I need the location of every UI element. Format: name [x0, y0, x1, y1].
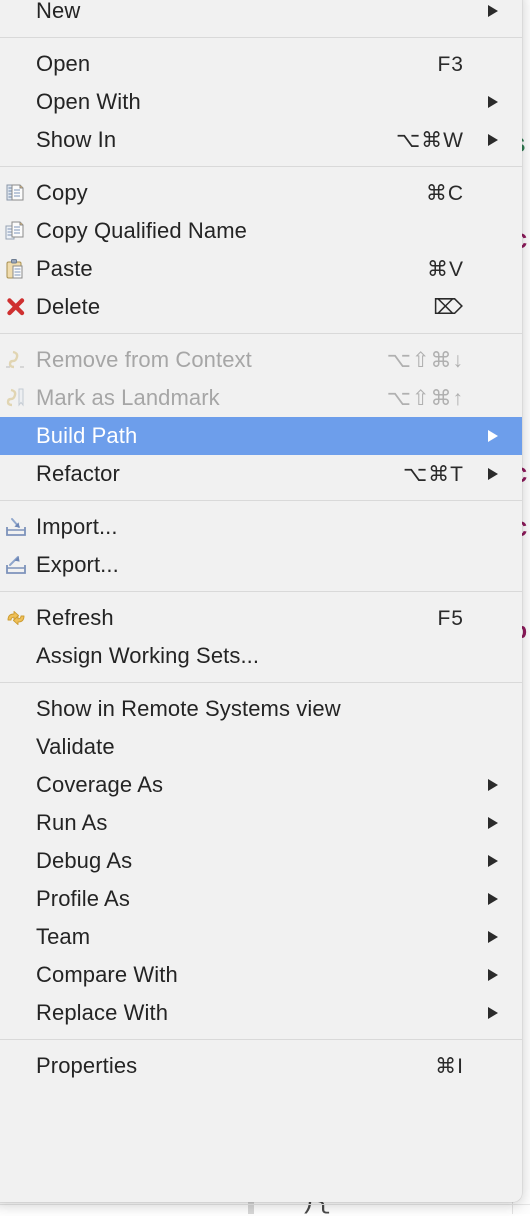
- menu-item-label: Replace With: [36, 1002, 168, 1024]
- menu-item-label: Mark as Landmark: [36, 387, 220, 409]
- submenu-arrow-icon: [478, 132, 500, 148]
- menu-item-run-as[interactable]: Run As: [0, 804, 522, 842]
- menu-item-debug-as[interactable]: Debug As: [0, 842, 522, 880]
- submenu-arrow-icon: [478, 3, 500, 19]
- menu-separator: [0, 675, 522, 690]
- menu-item-validate[interactable]: Validate: [0, 728, 522, 766]
- menu-item-open[interactable]: Open F3: [0, 45, 522, 83]
- editor-horizontal-rule: [0, 1204, 530, 1205]
- copy-qualified-name-icon: [4, 219, 28, 243]
- menu-item-label: Delete: [36, 296, 100, 318]
- menu-item-shortcut: F3: [437, 54, 464, 75]
- menu-separator: [0, 159, 522, 174]
- menu-item-label: Export...: [36, 554, 119, 576]
- menu-item-delete[interactable]: Delete ⌦: [0, 288, 522, 326]
- menu-item-label: Build Path: [36, 425, 137, 447]
- menu-item-assign-working-sets[interactable]: Assign Working Sets...: [0, 637, 522, 675]
- menu-separator-line: [0, 37, 522, 38]
- menu-item-label: Profile As: [36, 888, 130, 910]
- menu-item-label: Open With: [36, 91, 141, 113]
- menu-item-profile-as[interactable]: Profile As: [0, 880, 522, 918]
- menu-item-label: Paste: [36, 258, 93, 280]
- menu-item-build-path[interactable]: Build Path: [0, 417, 522, 455]
- menu-item-copy[interactable]: Copy ⌘C: [0, 174, 522, 212]
- menu-item-import[interactable]: Import...: [0, 508, 522, 546]
- submenu-arrow-icon: [478, 815, 500, 831]
- menu-item-label: Copy: [36, 182, 88, 204]
- menu-item-shortcut: ⌘I: [435, 1056, 464, 1077]
- menu-item-coverage-as[interactable]: Coverage As: [0, 766, 522, 804]
- remove-from-context-icon: [4, 348, 28, 372]
- menu-item-label: Properties: [36, 1055, 137, 1077]
- menu-item-show-in-remote-systems-view[interactable]: Show in Remote Systems view: [0, 690, 522, 728]
- submenu-arrow-icon: [478, 1005, 500, 1021]
- menu-item-shortcut: ⌥⌘T: [403, 464, 464, 485]
- menu-item-label: New: [36, 0, 80, 22]
- menu-separator-line: [0, 591, 522, 592]
- menu-separator-line: [0, 1039, 522, 1040]
- menu-item-new[interactable]: New: [0, 0, 522, 30]
- submenu-arrow-icon: [478, 777, 500, 793]
- menu-item-label: Copy Qualified Name: [36, 220, 247, 242]
- menu-item-shortcut: ⌥⇧⌘↑: [387, 388, 464, 409]
- submenu-arrow-icon: [478, 967, 500, 983]
- menu-item-label: Assign Working Sets...: [36, 645, 259, 667]
- menu-item-replace-with[interactable]: Replace With: [0, 994, 522, 1032]
- menu-separator-line: [0, 682, 522, 683]
- menu-item-shortcut: ⌘V: [427, 259, 464, 280]
- menu-item-refresh[interactable]: Refresh F5: [0, 599, 522, 637]
- menu-item-export[interactable]: Export...: [0, 546, 522, 584]
- refresh-icon: [4, 606, 28, 630]
- menu-item-open-with[interactable]: Open With: [0, 83, 522, 121]
- mark-as-landmark-icon: [4, 386, 28, 410]
- menu-item-properties[interactable]: Properties ⌘I: [0, 1047, 522, 1085]
- menu-separator: [0, 326, 522, 341]
- menu-item-label: Compare With: [36, 964, 178, 986]
- menu-item-paste[interactable]: Paste ⌘V: [0, 250, 522, 288]
- menu-item-label: Show In: [36, 129, 116, 151]
- menu-separator-line: [0, 166, 522, 167]
- menu-item-mark-as-landmark: Mark as Landmark ⌥⇧⌘↑: [0, 379, 522, 417]
- menu-item-label: Remove from Context: [36, 349, 252, 371]
- menu-item-compare-with[interactable]: Compare With: [0, 956, 522, 994]
- menu-item-label: Debug As: [36, 850, 132, 872]
- menu-item-label: Show in Remote Systems view: [36, 698, 341, 720]
- paste-icon: [4, 257, 28, 281]
- menu-separator: [0, 1032, 522, 1047]
- submenu-arrow-icon: [478, 466, 500, 482]
- submenu-arrow-icon: [478, 891, 500, 907]
- menu-item-copy-qualified-name[interactable]: Copy Qualified Name: [0, 212, 522, 250]
- menu-item-label: Refactor: [36, 463, 120, 485]
- menu-item-shortcut: ⌥⌘W: [396, 130, 464, 151]
- menu-item-label: Coverage As: [36, 774, 163, 796]
- menu-separator-line: [0, 333, 522, 334]
- copy-icon: [4, 181, 28, 205]
- menu-item-shortcut: ⌦: [433, 297, 464, 318]
- menu-separator-line: [0, 500, 522, 501]
- submenu-arrow-icon: [478, 428, 500, 444]
- menu-item-shortcut: F5: [437, 608, 464, 629]
- menu-item-label: Run As: [36, 812, 108, 834]
- menu-item-label: Team: [36, 926, 90, 948]
- export-icon: [4, 553, 28, 577]
- menu-item-remove-from-context: Remove from Context ⌥⇧⌘↓: [0, 341, 522, 379]
- menu-item-label: Open: [36, 53, 90, 75]
- menu-item-team[interactable]: Team: [0, 918, 522, 956]
- menu-separator: [0, 493, 522, 508]
- menu-item-shortcut: ⌘C: [426, 183, 464, 204]
- menu-separator: [0, 584, 522, 599]
- submenu-arrow-icon: [478, 929, 500, 945]
- submenu-arrow-icon: [478, 94, 500, 110]
- menu-item-label: Import...: [36, 516, 118, 538]
- menu-item-show-in[interactable]: Show In ⌥⌘W: [0, 121, 522, 159]
- delete-icon: [4, 295, 28, 319]
- context-menu[interactable]: New Open F3 Open With Show In ⌥⌘W Copy ⌘C Copy Q…: [0, 0, 522, 1202]
- menu-separator: [0, 30, 522, 45]
- menu-item-shortcut: ⌥⇧⌘↓: [387, 350, 464, 371]
- menu-item-label: Validate: [36, 736, 115, 758]
- menu-item-label: Refresh: [36, 607, 114, 629]
- submenu-arrow-icon: [478, 853, 500, 869]
- import-icon: [4, 515, 28, 539]
- menu-item-refactor[interactable]: Refactor ⌥⌘T: [0, 455, 522, 493]
